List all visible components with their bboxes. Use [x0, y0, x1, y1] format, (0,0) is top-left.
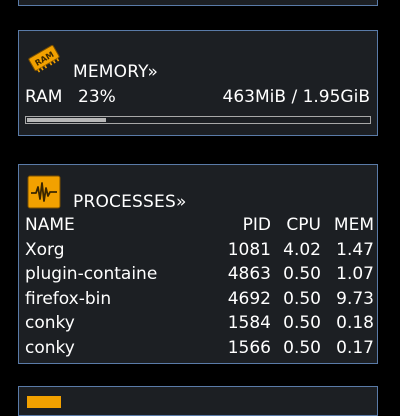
memory-panel: RAM MEMORY» RAM 23% 463MiB / 1.95GiB [18, 30, 378, 136]
process-mem: 0.17 [336, 337, 374, 358]
ram-label: RAM [25, 87, 63, 107]
process-name: Xorg [25, 239, 65, 260]
process-row: conky 1566 0.50 0.17 [25, 336, 374, 361]
process-row: Xorg 1081 4.02 1.47 [25, 238, 374, 263]
process-mem: 1.47 [336, 239, 374, 260]
process-row: plugin-containe 4863 0.50 1.07 [25, 262, 374, 287]
process-mem: 0.18 [336, 313, 374, 334]
process-cpu: 0.50 [283, 288, 321, 309]
process-pid: 1081 [227, 239, 271, 260]
column-header-name: NAME [25, 215, 75, 235]
ram-chip-icon: RAM [27, 41, 61, 75]
process-mem: 9.73 [336, 288, 374, 309]
process-row: conky 1584 0.50 0.18 [25, 311, 374, 336]
processes-panel: PROCESSES» NAME PID CPU MEM Xorg 1081 4.… [18, 164, 378, 364]
process-pid: 1566 [227, 337, 271, 358]
next-panel-icon [27, 396, 61, 408]
activity-monitor-icon [27, 175, 61, 209]
process-name: firefox-bin [25, 288, 112, 309]
process-table-header: NAME PID CPU MEM [25, 213, 374, 238]
process-cpu: 4.02 [283, 239, 321, 260]
process-pid: 4863 [227, 264, 271, 285]
ram-usage: 463MiB / 1.95GiB [222, 87, 370, 107]
memory-title: MEMORY» [73, 62, 159, 82]
process-name: conky [25, 337, 75, 358]
process-cpu: 0.50 [283, 264, 321, 285]
process-row: firefox-bin 4692 0.50 9.73 [25, 287, 374, 312]
process-pid: 4692 [227, 288, 271, 309]
process-mem: 1.07 [336, 264, 374, 285]
process-name: conky [25, 313, 75, 334]
previous-panel [18, 0, 378, 6]
processes-title: PROCESSES» [73, 192, 187, 212]
ram-progress-fill [27, 118, 106, 122]
column-header-mem: MEM [333, 215, 374, 235]
column-header-cpu: CPU [286, 215, 321, 235]
ram-percent: 23% [78, 87, 116, 107]
process-pid: 1584 [227, 313, 271, 334]
column-header-pid: PID [242, 215, 271, 235]
next-panel [18, 386, 378, 416]
process-table: NAME PID CPU MEM Xorg 1081 4.02 1.47 plu… [25, 213, 374, 361]
process-cpu: 0.50 [283, 337, 321, 358]
ram-progress-bar [25, 116, 371, 124]
process-name: plugin-containe [25, 264, 158, 285]
process-cpu: 0.50 [283, 313, 321, 334]
